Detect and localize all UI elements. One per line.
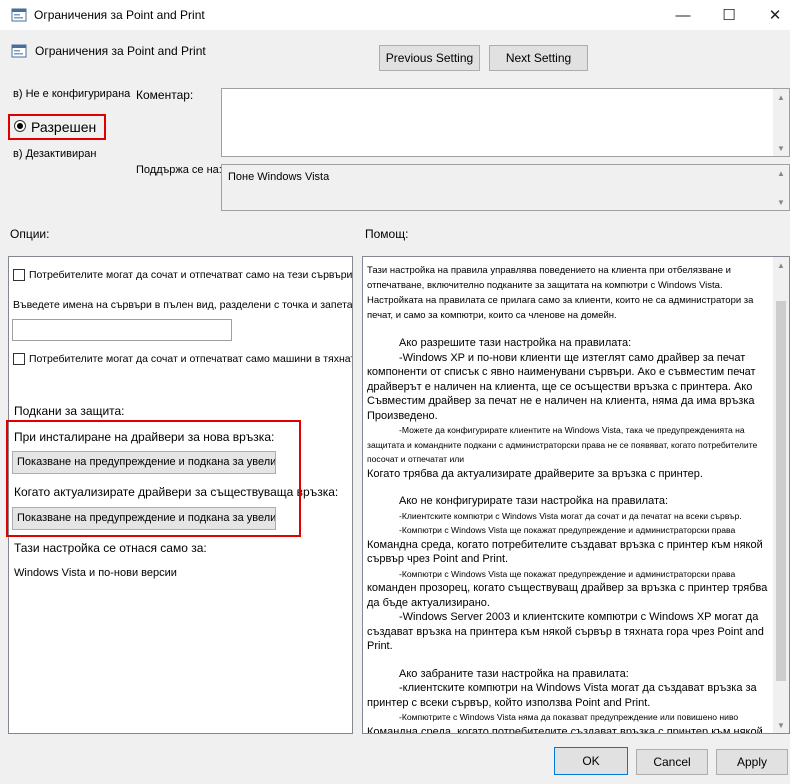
maximize-button[interactable]: ☐	[706, 0, 752, 30]
minimize-button[interactable]: —	[660, 0, 706, 30]
servers-only-checkbox[interactable]	[13, 269, 25, 281]
close-icon: ✕	[768, 7, 782, 24]
scroll-down-icon[interactable]: ▼	[773, 140, 789, 156]
help-line: -Клиентските компютри с Windows Vista мо…	[399, 510, 742, 521]
help-line: Ако не конфигурирате тази настройка на п…	[399, 495, 669, 507]
disabled-radio[interactable]: в) Дезактивиран	[13, 148, 96, 160]
help-line: Командна среда, когато потребителите съз…	[367, 725, 763, 734]
help-label: Помощ:	[365, 227, 409, 241]
apply-button[interactable]: Apply	[716, 749, 788, 775]
help-text: Тази настройка на правила управлява пове…	[367, 263, 773, 734]
prompts-highlight	[6, 420, 301, 537]
help-line: команден прозорец, когато съществуващ др…	[367, 582, 768, 609]
help-scrollbar[interactable]: ▲ ▼	[773, 257, 789, 733]
applies-to-value: Windows Vista и по-нови версии	[14, 567, 177, 579]
scroll-up-icon[interactable]: ▲	[773, 257, 789, 273]
forest-only-label: Потребителите могат да сочат и отпечатва…	[29, 353, 353, 365]
help-line: -клиентските компютри на Windows Vista м…	[367, 682, 757, 709]
comment-label: Коментар:	[136, 88, 194, 102]
setting-name: Ограничения за Point and Print	[35, 44, 206, 58]
window-title: Ограничения за Point and Print	[34, 8, 205, 22]
applies-to-label: Тази настройка се отнася само за:	[14, 541, 207, 555]
help-line: -Windows XP и по-нови клиенти ще изтегля…	[367, 351, 756, 422]
not-configured-radio[interactable]: в) Не е конфигурирана	[13, 88, 130, 100]
supported-label: Поддържа се на:	[136, 164, 222, 176]
help-line: Тази настройка на правила управлява пове…	[367, 265, 754, 321]
scroll-down-icon[interactable]: ▼	[773, 717, 789, 733]
scroll-up-icon[interactable]: ▲	[773, 89, 789, 105]
help-line: -Компютрите с Windows Vista няма да пока…	[399, 712, 739, 722]
forest-only-checkbox[interactable]	[13, 353, 25, 365]
help-line: Ако разрешите тази настройка на правилат…	[399, 337, 632, 349]
comment-scrollbar[interactable]: ▲ ▼	[773, 89, 789, 156]
servers-only-label: Потребителите могат да сочат и отпечатва…	[29, 269, 353, 281]
comment-textarea[interactable]: ▲ ▼	[221, 88, 790, 157]
options-label: Опции:	[10, 227, 50, 241]
enabled-label: Разрешен	[31, 119, 97, 135]
close-button[interactable]: ✕	[752, 0, 790, 30]
servers-list-label: Въведете имена на сървъри в пълен вид, р…	[13, 299, 353, 311]
help-line: -Windows Server 2003 и клиентските компю…	[367, 611, 764, 652]
scroll-up-icon[interactable]: ▲	[773, 165, 789, 181]
help-line: -Компютри с Windows Vista ще покажат пре…	[399, 568, 736, 579]
help-line: -Можете да конфигурирате клиентите на Wi…	[367, 425, 758, 464]
cancel-button[interactable]: Cancel	[636, 749, 708, 775]
maximize-icon: ☐	[722, 7, 736, 24]
scroll-down-icon[interactable]: ▼	[773, 194, 789, 210]
policy-app-icon	[11, 8, 27, 22]
security-prompts-label: Подкани за защита:	[14, 404, 125, 418]
radio-selected-dot	[17, 123, 23, 129]
minimize-icon: —	[675, 6, 691, 24]
enabled-radio[interactable]	[14, 120, 26, 132]
help-scroll-thumb[interactable]	[776, 301, 786, 681]
next-setting-button[interactable]: Next Setting	[489, 45, 588, 71]
help-line: -Компютри с Windows Vista ще покажат пре…	[399, 525, 736, 535]
title-bar: Ограничения за Point and Print — ☐ ✕	[0, 0, 790, 30]
previous-setting-button[interactable]: Previous Setting	[379, 45, 480, 71]
supported-box: Поне Windows Vista ▲ ▼	[221, 164, 790, 211]
help-line: Ако забраните тази настройка на правилат…	[399, 667, 629, 680]
ok-button[interactable]: OK	[554, 747, 628, 775]
supported-value: Поне Windows Vista	[228, 171, 330, 183]
setting-icon	[11, 44, 27, 58]
supported-scrollbar[interactable]: ▲ ▼	[773, 165, 789, 210]
help-line: Когато трябва да актуализирате драйверит…	[367, 467, 703, 480]
servers-input[interactable]	[12, 319, 232, 341]
help-line: Командна среда, когато потребителите съз…	[367, 538, 763, 566]
help-panel: Тази настройка на правила управлява пове…	[362, 256, 790, 734]
